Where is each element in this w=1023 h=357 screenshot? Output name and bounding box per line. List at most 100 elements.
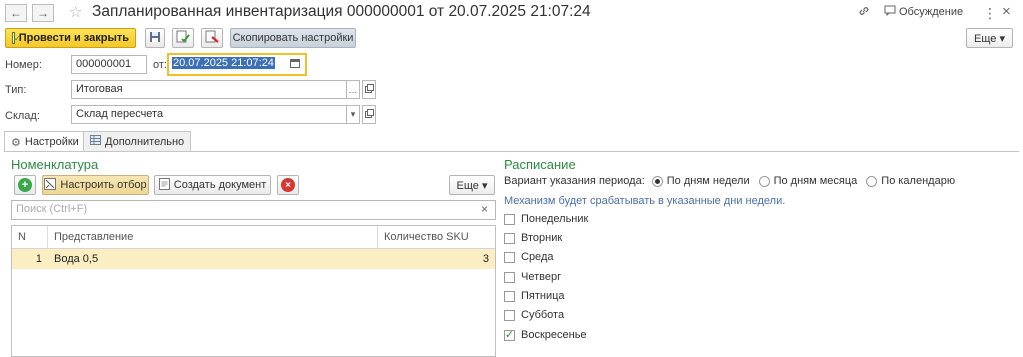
row-sku: 3: [482, 253, 489, 265]
menu-button[interactable]: ⋮: [983, 5, 997, 22]
configure-filter-button[interactable]: Настроить отбор: [42, 175, 149, 195]
search-input[interactable]: Поиск (Ctrl+F): [11, 200, 496, 220]
more-actions-button[interactable]: Еще ▾: [966, 28, 1013, 48]
checkbox-icon: [504, 251, 515, 263]
nomenclature-more-label: Еще ▾: [456, 179, 488, 192]
day-label: Воскресенье: [521, 329, 587, 341]
post-icon: [176, 30, 190, 46]
copy-settings-label: Скопировать настройки: [232, 32, 354, 44]
day-thursday[interactable]: Четверг: [504, 271, 561, 283]
post-and-close-label: Провести и закрыть: [18, 32, 129, 44]
radio-by-month-day-label: По дням месяца: [773, 175, 858, 187]
checkbox-icon: [504, 213, 515, 225]
day-label: Среда: [521, 251, 554, 263]
save-button[interactable]: [145, 28, 165, 48]
day-monday[interactable]: Понедельник: [504, 213, 588, 225]
tab-divider: [4, 151, 1019, 152]
create-document-button[interactable]: Создать документ: [154, 175, 271, 195]
close-icon: ×: [1002, 3, 1011, 20]
warehouse-field[interactable]: Склад пересчета: [71, 105, 347, 124]
chevron-down-icon: ▾: [350, 109, 356, 119]
schedule-hint: Механизм будет срабатывать в указанные д…: [504, 195, 786, 207]
radio-by-month-day[interactable]: По дням месяца: [758, 175, 858, 187]
close-button[interactable]: ×: [1002, 3, 1011, 20]
nomenclature-more-button[interactable]: Еще ▾: [449, 175, 495, 195]
table-icon: [90, 135, 101, 148]
configure-filter-label: Настроить отбор: [60, 179, 147, 191]
checkbox-checked-icon: ✓: [504, 328, 515, 341]
table-row[interactable]: 1 Вода 0,5 3: [12, 249, 495, 269]
warehouse-dropdown-button[interactable]: ▾: [346, 105, 360, 124]
post-document-icon: ✓: [12, 32, 21, 44]
nomenclature-table: N Представление Количество SKU 1 Вода 0,…: [11, 225, 496, 357]
radio-by-calendar[interactable]: По календарю: [866, 175, 955, 187]
post-and-close-button[interactable]: ✓ Провести и закрыть: [5, 28, 136, 48]
filter-icon: [44, 177, 57, 193]
create-document-label: Создать документ: [173, 179, 267, 191]
day-saturday[interactable]: Суббота: [504, 309, 564, 321]
radio-selected-icon: [651, 175, 663, 187]
forward-button[interactable]: →: [32, 4, 54, 22]
unpost-button[interactable]: [201, 28, 223, 48]
radio-by-weekday-label: По дням недели: [666, 175, 750, 187]
open-icon: [364, 109, 374, 120]
day-sunday[interactable]: ✓ Воскресенье: [504, 329, 587, 341]
column-header-name[interactable]: Представление: [48, 226, 378, 248]
open-icon: [364, 84, 374, 95]
date-field[interactable]: 20.07.2025 21:07:24: [167, 53, 307, 76]
type-open-button[interactable]: [362, 80, 376, 99]
day-wednesday[interactable]: Среда: [504, 251, 553, 263]
tab-additional-label: Дополнительно: [105, 135, 185, 148]
day-label: Пятница: [521, 290, 565, 302]
more-vertical-icon: ⋮: [983, 5, 997, 21]
arrow-left-icon: ←: [10, 6, 22, 20]
tab-settings[interactable]: ⚙ Настройки: [4, 131, 86, 152]
date-value: 20.07.2025 21:07:24: [172, 57, 275, 69]
comment-icon: [884, 5, 896, 19]
checkbox-icon: [504, 309, 515, 321]
day-label: Понедельник: [521, 213, 589, 225]
column-header-sku[interactable]: Количество SKU: [378, 226, 495, 248]
copy-settings-button[interactable]: Скопировать настройки: [230, 28, 356, 48]
day-tuesday[interactable]: Вторник: [504, 232, 562, 244]
tab-additional[interactable]: Дополнительно: [83, 131, 192, 151]
ellipsis-icon: …: [348, 84, 358, 95]
add-row-button[interactable]: +: [14, 175, 36, 195]
checkbox-icon: [504, 271, 515, 283]
page-title: Запланированная инвентаризация 000000001…: [92, 3, 591, 20]
day-label: Четверг: [521, 271, 562, 283]
arrow-right-icon: →: [37, 6, 49, 20]
day-label: Суббота: [521, 309, 565, 321]
favorite-star-icon[interactable]: ☆: [69, 3, 82, 21]
radio-by-weekday[interactable]: По дням недели: [651, 175, 750, 187]
column-header-n[interactable]: N: [12, 226, 48, 248]
type-select-button[interactable]: …: [346, 80, 360, 99]
post-button[interactable]: [172, 28, 194, 48]
radio-unselected-icon: [866, 175, 878, 187]
checkbox-icon: [504, 290, 515, 302]
number-field[interactable]: 000000001: [71, 55, 147, 74]
save-icon: [149, 31, 161, 46]
calendar-icon[interactable]: [290, 58, 300, 71]
radio-by-calendar-label: По календарю: [881, 175, 956, 187]
back-button[interactable]: ←: [5, 4, 27, 22]
checkbox-icon: [504, 232, 515, 244]
row-name: Вода 0,5: [54, 253, 99, 265]
radio-unselected-icon: [758, 175, 770, 187]
delete-button[interactable]: ×: [277, 175, 299, 195]
date-label: от:: [153, 59, 167, 71]
day-friday[interactable]: Пятница: [504, 290, 565, 302]
warehouse-label: Склад:: [5, 110, 40, 122]
link-button[interactable]: [858, 5, 870, 20]
nomenclature-title: Номенклатура: [11, 157, 99, 172]
clear-search-icon[interactable]: ×: [481, 202, 488, 216]
discussion-button[interactable]: Обсуждение: [884, 5, 963, 19]
delete-icon: ×: [281, 178, 295, 192]
type-value: Итоговая: [76, 83, 123, 95]
row-number: 1: [35, 253, 42, 265]
plus-icon: +: [18, 178, 32, 192]
number-label: Номер:: [5, 59, 42, 71]
warehouse-value: Склад пересчета: [76, 108, 164, 120]
type-field[interactable]: Итоговая: [71, 80, 347, 99]
warehouse-open-button[interactable]: [362, 105, 376, 124]
